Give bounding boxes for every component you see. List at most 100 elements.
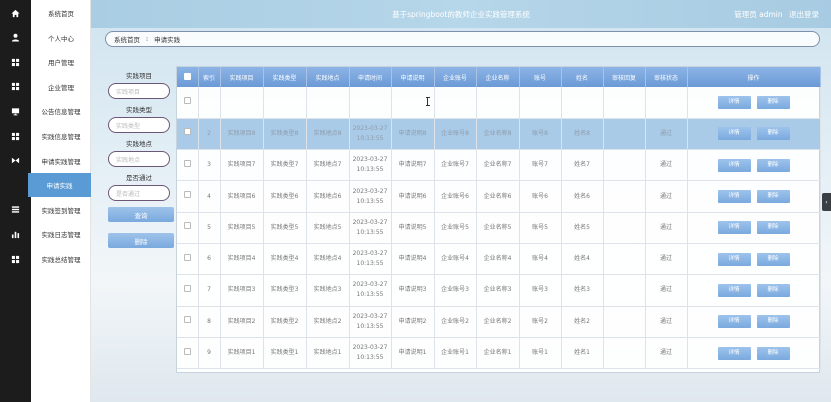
cell-name: 姓名6: [561, 180, 604, 213]
cell-company-name: 企业名称6: [476, 180, 520, 213]
cell-location: 实践地点6: [306, 180, 350, 213]
logout-link[interactable]: 退出登录: [789, 10, 819, 19]
column-header-5: 申请时间: [349, 67, 392, 87]
data-table: 索引 实践项目 实践类型 实践地点 申请时间 申请说明 企业账号 企业名称 账号 姓名 审核回复 审核…: [176, 66, 821, 373]
delete-button[interactable]: 删除: [756, 221, 790, 235]
query-button[interactable]: 查询: [108, 207, 174, 222]
collapse-handle-icon[interactable]: ‹: [822, 193, 831, 211]
sidebar-item-4[interactable]: 企业管理: [31, 75, 91, 99]
header: 基于springboot的教师企业实践管理系统 管理员 admin 退出登录: [91, 0, 831, 28]
table-row[interactable]: 9 实践项目1 实践类型1 实践地点1 2023-03-27 10:13:55 申请说明1…: [177, 337, 821, 370]
sidebar-item-9[interactable]: 实践签到管理: [31, 198, 91, 222]
delete-button[interactable]: 删除: [756, 315, 790, 329]
detail-button[interactable]: 详情: [717, 190, 751, 204]
cell-project: 实践项目3: [220, 274, 264, 307]
sidebar-item-3[interactable]: 用户管理: [31, 50, 91, 74]
table-row[interactable]: 3 实践项目7 实践类型7 实践地点7 2023-03-27 10:13:55 申请说明7…: [177, 149, 821, 182]
cell-type: 实践类型3: [263, 274, 307, 307]
row-checkbox[interactable]: [177, 87, 199, 119]
sidebar-item-10[interactable]: 实践日志管理: [31, 222, 91, 246]
cell-time: 2023-03-27 10:13:55: [349, 212, 392, 244]
cell-status: 通过: [645, 118, 688, 151]
detail-button[interactable]: 详情: [717, 283, 751, 297]
row-checkbox[interactable]: [177, 274, 199, 307]
table-row[interactable]: 5 实践项目5 实践类型5 实践地点5 2023-03-27 10:13:55 申请说明5…: [177, 212, 821, 244]
cell-name: 姓名4: [561, 243, 604, 276]
cell-reply: [603, 306, 646, 338]
table-row[interactable]: 2 实践项目8 实践类型8 实践地点8 2023-03-27 10:13:55 申请说明8…: [177, 118, 821, 151]
header-user: 管理员 admin 退出登录: [730, 9, 819, 20]
cell-time: 2023-03-27 10:13:55: [349, 337, 392, 370]
delete-button[interactable]: 删除: [756, 127, 790, 141]
breadcrumb-home[interactable]: 系统首页: [114, 34, 140, 44]
cell-desc: 申请说明7: [391, 149, 435, 182]
cell-name: 姓名3: [561, 274, 604, 307]
delete-button[interactable]: 删除: [756, 158, 790, 172]
grid-icon[interactable]: [0, 247, 31, 271]
table-row[interactable]: 6 实践项目4 实践类型4 实践地点4 2023-03-27 10:13:55 申请说明4…: [177, 243, 821, 276]
passed-select[interactable]: 是否通过: [108, 185, 170, 201]
cell-company-name: 企业名称4: [476, 243, 520, 276]
cell-actions: 详情 删除: [687, 149, 821, 182]
monitor-icon[interactable]: [0, 99, 31, 123]
cell-actions: 详情 删除: [687, 212, 821, 244]
table-row[interactable]: 详情 删除: [177, 87, 821, 119]
column-header-7: 企业账号: [434, 67, 477, 87]
icon-rail: [0, 0, 31, 402]
cell-index: 4: [198, 180, 221, 213]
cell-company-account: 企业账号7: [434, 149, 477, 182]
table-row[interactable]: 7 实践项目3 实践类型3 实践地点3 2023-03-27 10:13:55 申请说明3…: [177, 274, 821, 307]
cell-type: 实践类型5: [263, 212, 307, 244]
sidebar-item-5[interactable]: 公告信息管理: [31, 99, 91, 123]
row-checkbox[interactable]: [177, 118, 199, 151]
type-input[interactable]: 实践类型: [108, 117, 170, 133]
sidebar-item-6[interactable]: 实践信息管理: [31, 124, 91, 148]
location-input[interactable]: 实践地点: [108, 151, 170, 167]
bar-chart-icon[interactable]: [0, 222, 31, 246]
sidebar-item-2[interactable]: 个人中心: [31, 26, 91, 50]
detail-button[interactable]: 详情: [717, 221, 751, 235]
row-checkbox[interactable]: [177, 212, 199, 244]
row-checkbox[interactable]: [177, 337, 199, 370]
cell-reply: [603, 149, 646, 182]
grid-icon[interactable]: [0, 124, 31, 148]
bow-icon[interactable]: [0, 149, 31, 173]
detail-button[interactable]: 详情: [717, 315, 751, 329]
delete-button[interactable]: 删除: [756, 190, 790, 204]
delete-button[interactable]: 删除: [756, 346, 790, 360]
grid-icon[interactable]: [0, 75, 31, 99]
detail-button[interactable]: 详情: [717, 346, 751, 360]
delete-button[interactable]: 删除: [756, 252, 790, 266]
column-header-11: 审核回复: [603, 67, 646, 87]
delete-button[interactable]: 删除: [756, 283, 790, 297]
table-row[interactable]: 8 实践项目2 实践类型2 实践地点2 2023-03-27 10:13:55 申请说明2…: [177, 306, 821, 338]
column-header-12: 审核状态: [645, 67, 688, 87]
row-checkbox[interactable]: [177, 180, 199, 213]
table-row[interactable]: 4 实践项目6 实践类型6 实践地点6 2023-03-27 10:13:55 申请说明6…: [177, 180, 821, 213]
row-checkbox[interactable]: [177, 306, 199, 338]
list-icon[interactable]: [0, 198, 31, 222]
row-checkbox[interactable]: [177, 149, 199, 182]
sidebar-item-1[interactable]: 系统首页: [31, 1, 91, 25]
select-all-checkbox[interactable]: [177, 67, 199, 87]
cell-company-name: 企业名称1: [476, 337, 520, 370]
delete-button[interactable]: 删除: [756, 95, 790, 109]
detail-button[interactable]: 详情: [717, 95, 751, 109]
sidebar-item-7[interactable]: 申请实践管理: [31, 149, 91, 173]
detail-button[interactable]: 详情: [717, 127, 751, 141]
row-checkbox[interactable]: [177, 243, 199, 276]
home-icon[interactable]: [0, 1, 31, 25]
project-input[interactable]: 实践项目: [108, 83, 170, 99]
batch-delete-button[interactable]: 删除: [108, 233, 174, 248]
cell-actions: 详情 删除: [687, 337, 821, 370]
cell-actions: 详情 删除: [687, 274, 821, 307]
detail-button[interactable]: 详情: [717, 158, 751, 172]
detail-button[interactable]: 详情: [717, 252, 751, 266]
cell-type: 实践类型8: [263, 118, 307, 151]
cell-time: 2023-03-27 10:13:55: [349, 149, 392, 182]
sidebar-item-11[interactable]: 实践总结管理: [31, 247, 91, 271]
user-icon[interactable]: [0, 26, 31, 50]
cell-actions: 详情 删除: [687, 243, 821, 276]
sidebar-item-8[interactable]: 申请实践: [28, 173, 91, 198]
grid-icon[interactable]: [0, 50, 31, 74]
